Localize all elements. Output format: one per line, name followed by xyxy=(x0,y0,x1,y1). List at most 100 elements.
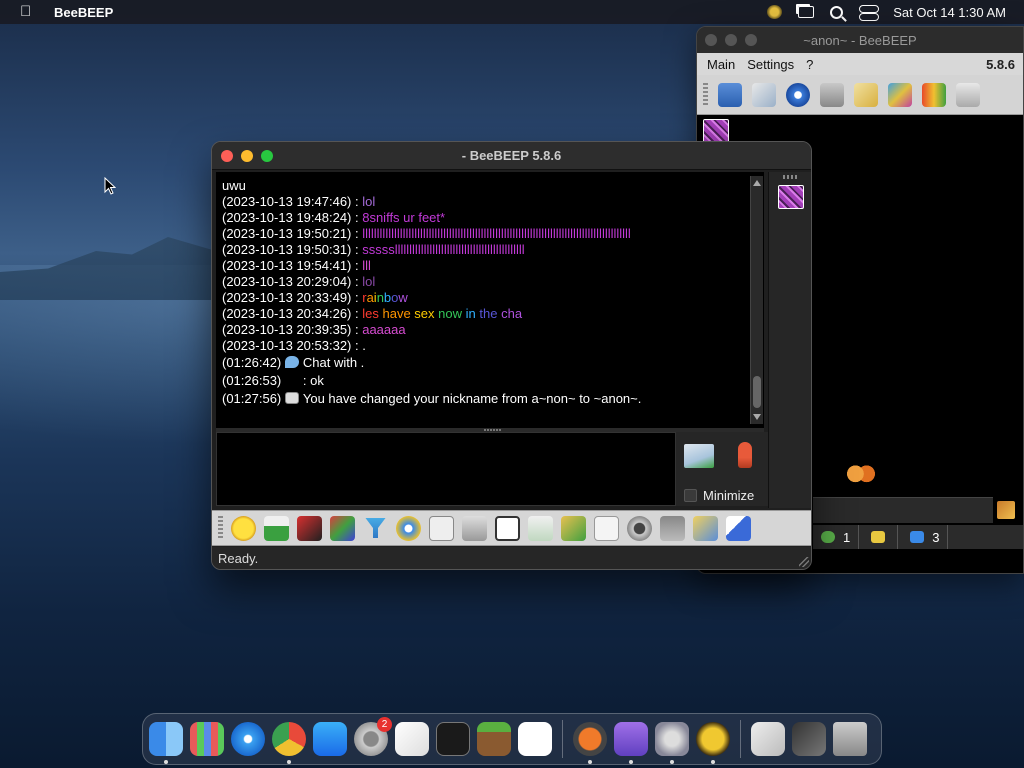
trash-icon[interactable] xyxy=(956,82,980,107)
message-separator: : xyxy=(351,306,363,321)
filter-icon[interactable] xyxy=(365,518,386,538)
safari-icon[interactable] xyxy=(231,722,265,756)
search-icon[interactable] xyxy=(830,5,844,19)
main-window-titlebar[interactable]: ~anon~ - BeeBEEP xyxy=(697,27,1023,53)
notes-icon[interactable] xyxy=(693,515,718,541)
scroll-up-arrow[interactable] xyxy=(753,180,761,186)
network-status-icon xyxy=(910,531,925,543)
chat-scrollbar[interactable] xyxy=(750,176,763,424)
system-settings-icon[interactable]: 2 xyxy=(354,717,392,756)
plugins-icon[interactable] xyxy=(888,82,912,107)
minimize-checkbox[interactable] xyxy=(684,489,697,502)
minecraft-icon[interactable] xyxy=(477,722,511,756)
menu-main[interactable]: Main xyxy=(707,57,735,72)
zoom-button[interactable] xyxy=(261,150,273,162)
message-text: lll xyxy=(362,258,371,273)
scroll-down-arrow[interactable] xyxy=(753,414,761,420)
downloader-icon[interactable] xyxy=(573,722,607,764)
share-icon[interactable] xyxy=(922,82,946,107)
send-file-icon[interactable] xyxy=(561,515,586,541)
trash-icon[interactable] xyxy=(833,722,867,756)
mailbox-icon[interactable] xyxy=(820,82,844,107)
broom-icon[interactable] xyxy=(997,501,1015,519)
file-icon[interactable] xyxy=(495,515,520,541)
color-icon[interactable] xyxy=(330,515,355,541)
spellcheck-icon[interactable] xyxy=(429,515,454,541)
system-timestamp: (01:26:53) xyxy=(222,373,285,388)
message-input[interactable] xyxy=(216,432,676,506)
window-icon[interactable] xyxy=(726,515,751,541)
font-icon[interactable] xyxy=(297,515,322,541)
chat-window-titlebar[interactable]: - BeeBEEP 5.8.6 xyxy=(212,142,811,170)
avatar[interactable] xyxy=(778,185,804,209)
app-store-icon[interactable] xyxy=(313,722,347,756)
settings-icon[interactable] xyxy=(396,515,421,541)
launchpad-icon[interactable] xyxy=(190,722,224,756)
scroll-thumb[interactable] xyxy=(753,376,761,408)
message-text: lol xyxy=(362,274,376,289)
window-controls xyxy=(221,150,273,162)
downloads-stack-icon[interactable] xyxy=(751,722,785,756)
chrome-icon[interactable] xyxy=(272,722,306,764)
chat-message: (2023-10-13 20:33:49) : rainbow xyxy=(222,290,758,306)
toolbar-grip[interactable] xyxy=(218,516,223,540)
system-preferences-icon[interactable] xyxy=(655,722,689,764)
clear-icon[interactable] xyxy=(660,515,685,541)
minimize-option[interactable]: Minimize xyxy=(684,488,754,503)
window-switch-icon[interactable] xyxy=(798,6,815,18)
minimize-button[interactable] xyxy=(241,150,253,162)
users-status[interactable] xyxy=(863,525,899,549)
system-text: : ok xyxy=(302,373,324,388)
toolbar-grip[interactable] xyxy=(703,82,708,107)
main-window-title: ~anon~ - BeeBEEP xyxy=(803,32,917,48)
resize-grip[interactable] xyxy=(799,557,809,567)
chat-message: (2023-10-13 19:47:46) : lol xyxy=(222,194,758,210)
panel-grip[interactable] xyxy=(782,175,799,179)
menubar-clock[interactable]: Sat Oct 14 1:30 AM xyxy=(893,5,1006,20)
close-button[interactable] xyxy=(705,34,717,46)
network-status[interactable]: 3 xyxy=(902,525,949,549)
menu-settings[interactable]: Settings xyxy=(747,57,794,72)
finder-icon[interactable] xyxy=(149,722,183,764)
network-icon[interactable] xyxy=(786,82,810,107)
apple-icon[interactable]:  xyxy=(20,4,34,20)
main-search-input[interactable] xyxy=(813,497,993,523)
html-icon[interactable] xyxy=(594,515,619,541)
chat-bubble-icon xyxy=(284,356,299,368)
write-message-icon[interactable] xyxy=(854,82,878,107)
control-center-icon[interactable] xyxy=(859,5,880,21)
message-text: lol xyxy=(362,194,376,209)
screenshot-icon[interactable] xyxy=(627,515,652,541)
edit-profile-icon[interactable] xyxy=(752,82,776,107)
message-text: . xyxy=(362,338,366,353)
chatgpt-icon[interactable] xyxy=(518,722,552,756)
system-message: (01:26:42) Chat with . xyxy=(222,354,758,372)
minimize-button[interactable] xyxy=(725,34,737,46)
compact-icon[interactable] xyxy=(462,515,487,541)
beebeep-icon[interactable] xyxy=(696,722,730,764)
textedit-icon[interactable] xyxy=(395,722,429,756)
beebeep-tray-icon[interactable] xyxy=(767,5,783,19)
menubar-status-area: Sat Oct 14 1:30 AM xyxy=(767,5,1024,21)
groups-status[interactable]: 1 xyxy=(813,525,860,549)
recent-stack-icon[interactable] xyxy=(792,722,826,756)
users-status-icon xyxy=(871,531,886,543)
save-icon[interactable] xyxy=(528,515,553,541)
menu-help[interactable]: ? xyxy=(806,57,813,72)
menubar-app-name[interactable]: BeeBEEP xyxy=(54,5,113,20)
system-timestamp: (01:26:42) xyxy=(222,355,285,370)
user-profile-icon[interactable] xyxy=(718,82,742,107)
message-timestamp: (2023-10-13 20:39:35) xyxy=(222,322,352,337)
zoom-button[interactable] xyxy=(745,34,757,46)
terminal-icon[interactable] xyxy=(436,722,470,756)
message-separator: : xyxy=(351,290,363,305)
disk-utility-icon[interactable] xyxy=(614,722,648,764)
chat-window: - BeeBEEP 5.8.6 uwu (2023-10-13 19:47:46)… xyxy=(211,141,812,570)
send-icon[interactable] xyxy=(684,444,714,468)
microphone-icon[interactable] xyxy=(738,442,752,468)
close-button[interactable] xyxy=(221,150,233,162)
emoticon-icon[interactable] xyxy=(231,515,256,541)
chat-history[interactable]: uwu (2023-10-13 19:47:46) : lol (2023-10-1… xyxy=(216,172,764,428)
avatar[interactable] xyxy=(703,119,729,143)
email-icon[interactable] xyxy=(264,515,289,541)
